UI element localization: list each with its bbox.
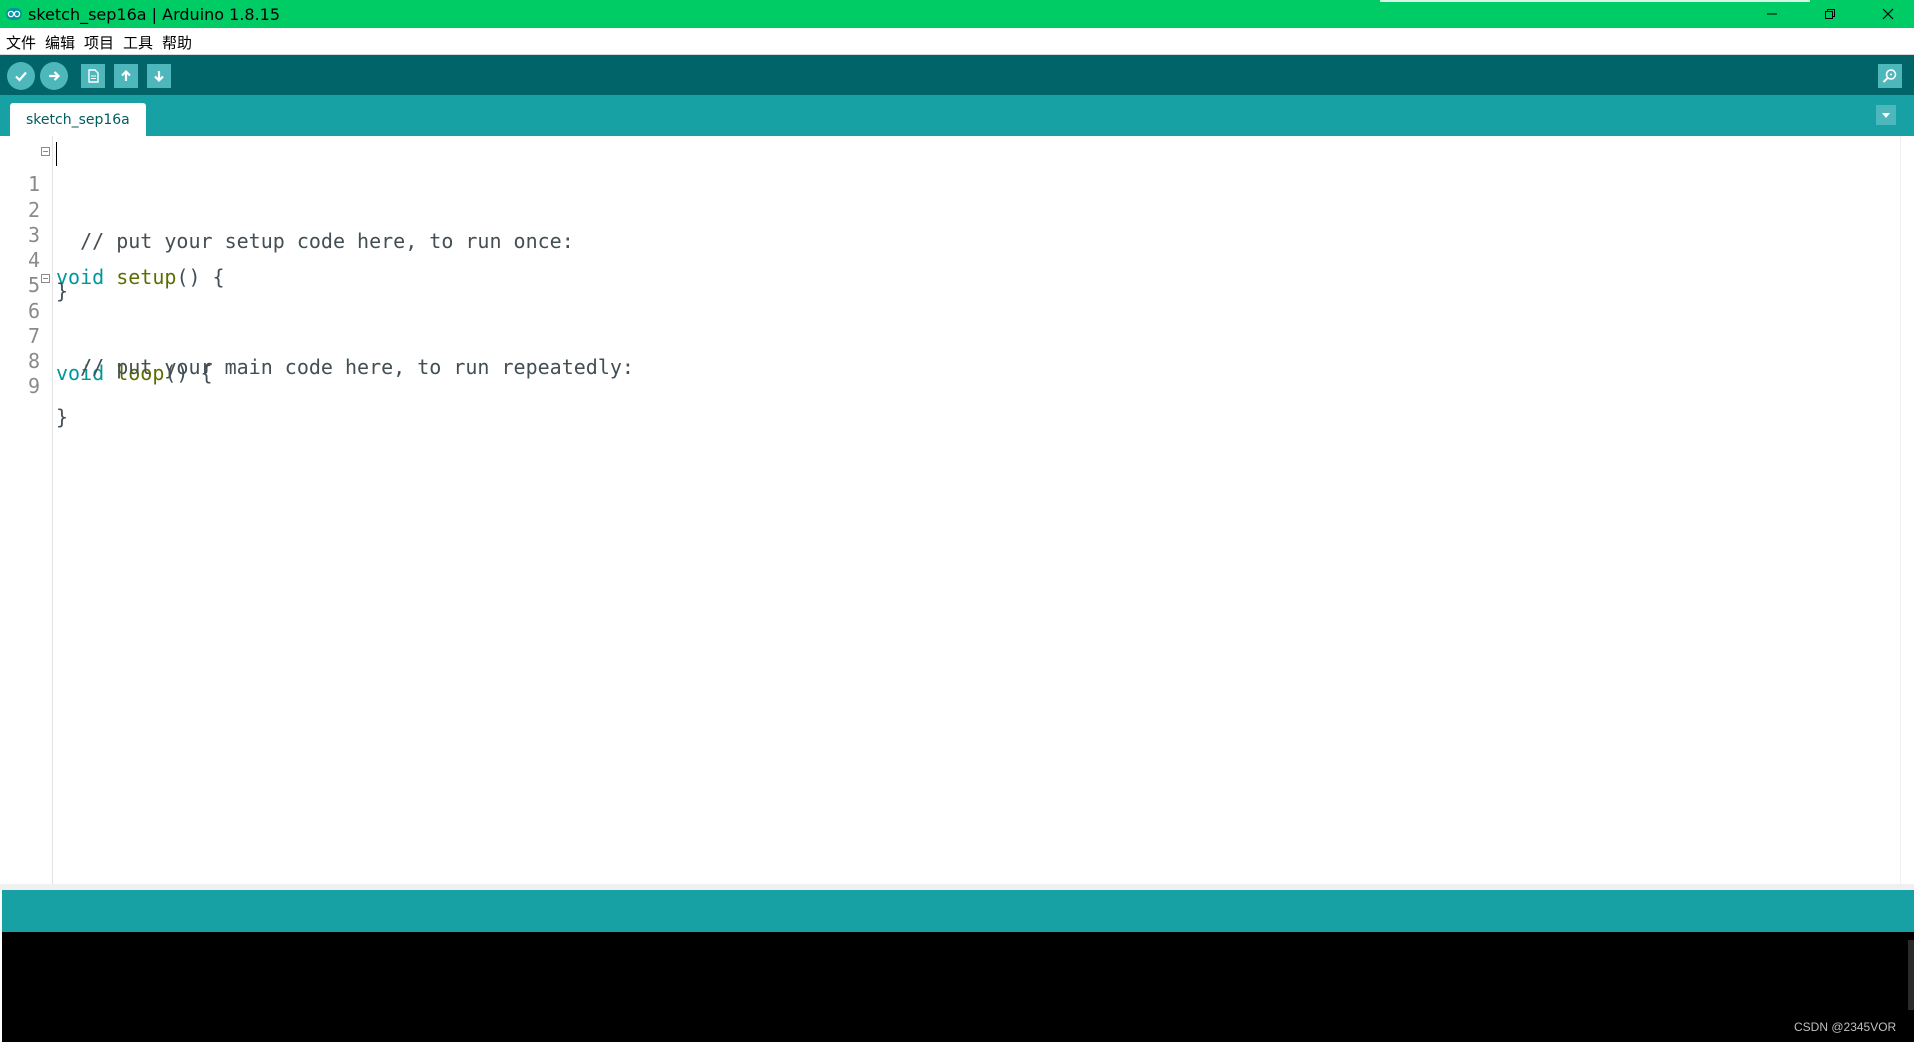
close-icon [1882, 8, 1894, 20]
restore-button[interactable] [1802, 0, 1858, 28]
arrow-right-icon [49, 71, 61, 81]
arrow-down-icon [154, 71, 164, 83]
triangle-down-icon [1882, 113, 1890, 118]
title-bar: sketch_sep16a | Arduino 1.8.15 [0, 0, 1914, 28]
new-file-icon [88, 69, 99, 83]
code-editor[interactable]: 1 void setup() { 2 // put your setup cod… [2, 136, 1900, 884]
line-number: 9 [27, 374, 40, 398]
tab-label: sketch_sep16a [26, 111, 130, 128]
magnifier-icon [1882, 69, 1897, 83]
minimize-icon [1767, 13, 1777, 15]
minimize-button[interactable] [1744, 0, 1800, 28]
editor-scrollbar[interactable] [1900, 136, 1914, 884]
arduino-logo-icon [6, 8, 22, 20]
menu-bar: 文件 编辑 项目 工具 帮助 [0, 28, 1914, 55]
output-console[interactable] [2, 932, 1914, 1042]
tab-bar: sketch_sep16a [0, 95, 1914, 136]
menu-file[interactable]: 文件 [6, 32, 36, 53]
menu-edit[interactable]: 编辑 [45, 32, 75, 53]
toolbar [0, 55, 1914, 95]
tab-sketch[interactable]: sketch_sep16a [10, 103, 146, 136]
serial-monitor-button[interactable] [1878, 64, 1902, 88]
menu-help[interactable]: 帮助 [162, 32, 192, 53]
tab-menu-button[interactable] [1876, 105, 1896, 125]
restore-icon [1825, 9, 1835, 19]
verify-button[interactable] [7, 62, 35, 90]
fold-toggle-icon[interactable] [41, 274, 50, 283]
window-title: sketch_sep16a | Arduino 1.8.15 [28, 5, 281, 24]
close-button[interactable] [1860, 0, 1914, 28]
upload-button[interactable] [40, 62, 68, 90]
checkmark-icon [15, 71, 27, 82]
fold-toggle-icon[interactable] [41, 147, 50, 156]
punctuation: } [56, 405, 69, 429]
menu-sketch[interactable]: 项目 [84, 32, 114, 53]
console-scrollbar[interactable] [1908, 940, 1914, 1010]
code-line[interactable]: 9 } [2, 340, 1892, 429]
arrow-up-icon [121, 69, 131, 81]
menu-tools[interactable]: 工具 [123, 32, 153, 53]
open-button[interactable] [114, 64, 138, 88]
save-button[interactable] [147, 64, 171, 88]
new-button[interactable] [81, 64, 105, 88]
watermark: CSDN @2345VOR [1794, 1020, 1897, 1034]
text-caret [56, 142, 57, 166]
status-bar [2, 890, 1914, 932]
